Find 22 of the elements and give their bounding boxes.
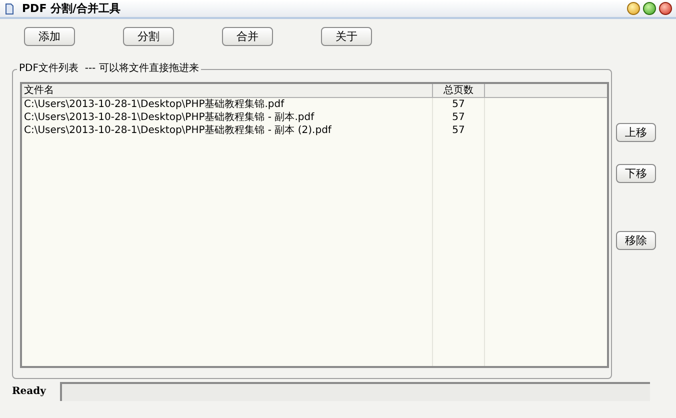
toolbar-button[interactable]: 添加 (24, 27, 75, 46)
status-text: Ready (12, 385, 46, 399)
close-button[interactable] (659, 2, 672, 15)
toolbar-button[interactable]: 分割 (123, 27, 174, 46)
page-count-cell: 57 (433, 98, 485, 111)
side-button[interactable]: 移除 (616, 231, 656, 250)
side-button[interactable]: 上移 (616, 123, 656, 142)
file-path-cell: C:\Users\2013-10-28-1\Desktop\PHP基础教程集锦.pdf (22, 98, 433, 111)
window-title: PDF 分割/合并工具 (22, 3, 121, 14)
file-list[interactable]: 文件名 总页数 C:\Users\2013-10-28-1\Desktop\PHP基础教程集锦.pdf 57 C:\Users\2013-10-28-1\Desktop\PHP基础教程集锦 - 副本.pdf 57 C:\Users\2013-10-28-1\Desktop\PHP基础教程集锦 - 副本 (2).pdf 57 (20, 82, 609, 368)
maximize-button[interactable] (643, 2, 656, 15)
toolbar-button[interactable]: 关于 (321, 27, 372, 46)
file-path-cell: C:\Users\2013-10-28-1\Desktop\PHP基础教程集锦 - 副本 (2).pdf (22, 124, 433, 137)
page-count-cell: 57 (433, 111, 485, 124)
app-icon (4, 2, 14, 14)
page-count-cell: 57 (433, 124, 485, 137)
file-path-cell: C:\Users\2013-10-28-1\Desktop\PHP基础教程集锦 - 副本.pdf (22, 111, 433, 124)
column-header[interactable]: 总页数 (433, 84, 485, 97)
side-button[interactable]: 下移 (616, 164, 656, 183)
minimize-button[interactable] (627, 2, 640, 15)
toolbar-button[interactable]: 合并 (222, 27, 273, 46)
column-header[interactable]: 文件名 (22, 84, 433, 97)
